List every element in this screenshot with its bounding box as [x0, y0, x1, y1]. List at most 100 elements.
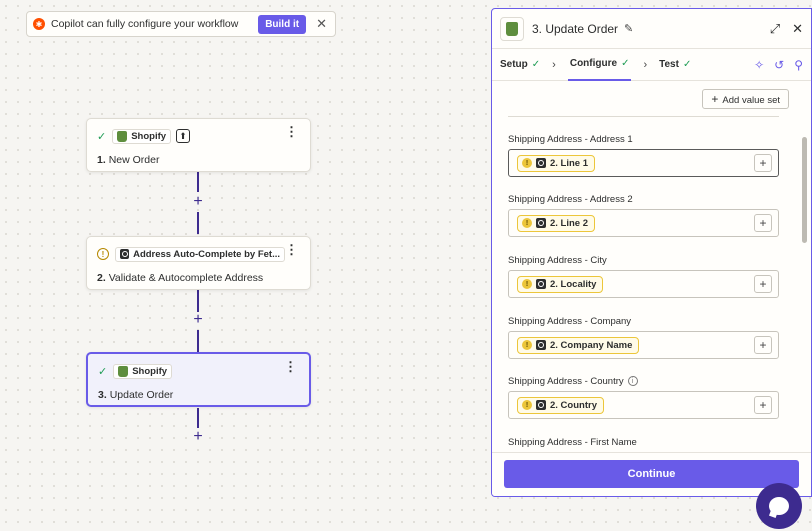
info-icon[interactable]: i — [627, 376, 638, 386]
sparkle-icon[interactable]: ✧ — [754, 58, 764, 72]
app-chip: Shopify — [112, 128, 172, 144]
step-card-2[interactable]: ! Address Auto-Complete by Fet... ⋮ 2. V… — [86, 236, 311, 290]
chevron-right-icon: › — [552, 58, 556, 71]
expand-icon[interactable]: ⤢ — [770, 21, 780, 37]
step-title: 1. New Order — [97, 154, 160, 166]
field-input[interactable]: ! 2. Line 2 + — [508, 209, 779, 237]
field-label: Shipping Address - Address 1 — [508, 133, 633, 145]
kebab-menu-icon[interactable]: ⋮ — [285, 125, 298, 138]
field-label: Shipping Address - Address 2 — [508, 193, 633, 205]
continue-button[interactable]: Continue — [504, 460, 799, 488]
check-icon: ✓ — [97, 130, 107, 143]
search-icon[interactable]: ⚲ — [794, 58, 803, 72]
fetchify-icon — [536, 400, 546, 410]
warning-icon: ! — [522, 158, 532, 168]
check-icon: ✓ — [621, 58, 630, 69]
field-input[interactable]: ! 2. Company Name + — [508, 331, 779, 359]
panel-header: 3. Update Order ✎ ⤢ ✕ — [492, 9, 811, 49]
connector-line — [197, 212, 199, 234]
insert-data-plus-icon[interactable]: + — [754, 396, 772, 414]
kebab-menu-icon[interactable]: ⋮ — [285, 243, 298, 256]
insert-data-plus-icon[interactable]: + — [754, 336, 772, 354]
fetchify-icon — [536, 158, 546, 168]
step-title: 2. Validate & Autocomplete Address — [97, 272, 264, 284]
step-card-1[interactable]: ✓ Shopify ⬆ ⋮ 1. New Order — [86, 118, 311, 172]
configure-form: + Add value set Shipping Address - Addres… — [492, 82, 811, 454]
build-it-button[interactable]: Build it — [258, 14, 307, 34]
field-country: Shipping Address - Country i ! 2. Country … — [508, 374, 779, 419]
tab-configure[interactable]: Configure ✓ — [567, 49, 632, 81]
insert-data-plus-icon[interactable]: + — [754, 214, 772, 232]
check-icon: ✓ — [682, 59, 692, 70]
warning-icon: ! — [522, 400, 532, 410]
tab-setup[interactable]: Setup ✓ — [500, 49, 540, 81]
field-input[interactable]: ! 2. Country + — [508, 391, 779, 419]
copilot-banner: ✱ Copilot can fully configure your workf… — [26, 11, 336, 37]
add-step-plus-icon[interactable]: + — [191, 429, 205, 445]
fetchify-icon — [536, 340, 546, 350]
panel-scrollbar[interactable] — [802, 137, 807, 243]
app-name: Shopify — [132, 365, 168, 377]
copilot-message: Copilot can fully configure your workflo… — [51, 18, 239, 30]
panel-tabs: Setup ✓ › Configure ✓ › Test ✓ ✧ ↺ ⚲ — [492, 49, 811, 81]
copilot-spark-icon: ✱ — [33, 18, 45, 30]
check-icon: ✓ — [98, 365, 108, 378]
add-step-plus-icon[interactable]: + — [191, 312, 205, 328]
fetchify-icon — [120, 249, 130, 259]
field-input[interactable]: ! 2. Line 1 + — [508, 149, 779, 177]
chat-bubble-icon — [769, 497, 789, 515]
warning-icon: ! — [522, 218, 532, 228]
connector-line — [197, 290, 199, 312]
insert-data-plus-icon[interactable]: + — [754, 275, 772, 293]
field-label: Shipping Address - First Name — [508, 436, 637, 448]
kebab-menu-icon[interactable]: ⋮ — [284, 360, 297, 373]
warning-icon: ! — [97, 248, 109, 260]
app-chip: Shopify — [113, 363, 173, 379]
mapped-value-pill[interactable]: ! 2. Line 2 — [517, 214, 596, 232]
mapped-value-pill[interactable]: ! 2. Country — [517, 396, 604, 414]
check-icon: ✓ — [531, 59, 541, 70]
mapped-value-pill[interactable]: ! 2. Company Name — [517, 336, 640, 354]
step-editor-panel: 3. Update Order ✎ ⤢ ✕ Setup ✓ › Configure… — [491, 8, 812, 497]
chevron-right-icon: › — [643, 58, 648, 71]
field-address-2: Shipping Address - Address 2 ! 2. Line 2 … — [508, 192, 779, 237]
add-value-set-button[interactable]: + Add value set — [702, 89, 789, 109]
panel-app-logo — [500, 16, 524, 41]
mapped-value-pill[interactable]: ! 2. Locality — [517, 275, 604, 293]
warning-icon: ! — [522, 340, 532, 350]
mapped-value-pill[interactable]: ! 2. Line 1 — [517, 154, 596, 172]
undo-icon[interactable]: ↺ — [774, 58, 784, 72]
field-input[interactable]: ! 2. Locality + — [508, 270, 779, 298]
field-company: Shipping Address - Company ! 2. Company N… — [508, 314, 779, 359]
panel-tools: ✧ ↺ ⚲ — [754, 58, 803, 72]
field-label: Shipping Address - Country i — [508, 374, 779, 388]
warning-icon: ! — [522, 279, 532, 289]
tab-test[interactable]: Test ✓ — [659, 49, 691, 81]
shopify-icon — [117, 130, 128, 142]
close-icon[interactable]: ✕ — [316, 16, 327, 32]
add-step-plus-icon[interactable]: + — [191, 194, 205, 210]
field-address-1: Shipping Address - Address 1 ! 2. Line 1 … — [508, 132, 779, 177]
upgrade-arrow-icon[interactable]: ⬆ — [176, 129, 191, 143]
panel-title: 3. Update Order — [532, 21, 619, 36]
connector-line — [197, 330, 199, 352]
field-label: Shipping Address - Company — [508, 315, 632, 327]
connector-line — [197, 408, 199, 428]
shopify-icon — [118, 365, 129, 377]
close-icon[interactable]: ✕ — [792, 21, 803, 37]
fetchify-icon — [536, 218, 546, 228]
pencil-icon[interactable]: ✎ — [624, 22, 633, 35]
fetchify-icon — [536, 279, 546, 289]
chat-launcher-button[interactable] — [756, 483, 802, 529]
app-name: Address Auto-Complete by Fet... — [133, 248, 280, 260]
connector-line — [197, 172, 199, 192]
step-card-3[interactable]: ✓ Shopify ⋮ 3. Update Order — [86, 352, 311, 407]
divider — [508, 116, 779, 117]
field-label: Shipping Address - City — [508, 254, 607, 266]
app-chip: Address Auto-Complete by Fet... — [115, 246, 285, 262]
insert-data-plus-icon[interactable]: + — [754, 154, 772, 172]
field-city: Shipping Address - City ! 2. Locality + — [508, 253, 779, 298]
step-title: 3. Update Order — [98, 389, 174, 401]
shopify-icon — [506, 21, 518, 36]
app-name: Shopify — [131, 130, 167, 142]
